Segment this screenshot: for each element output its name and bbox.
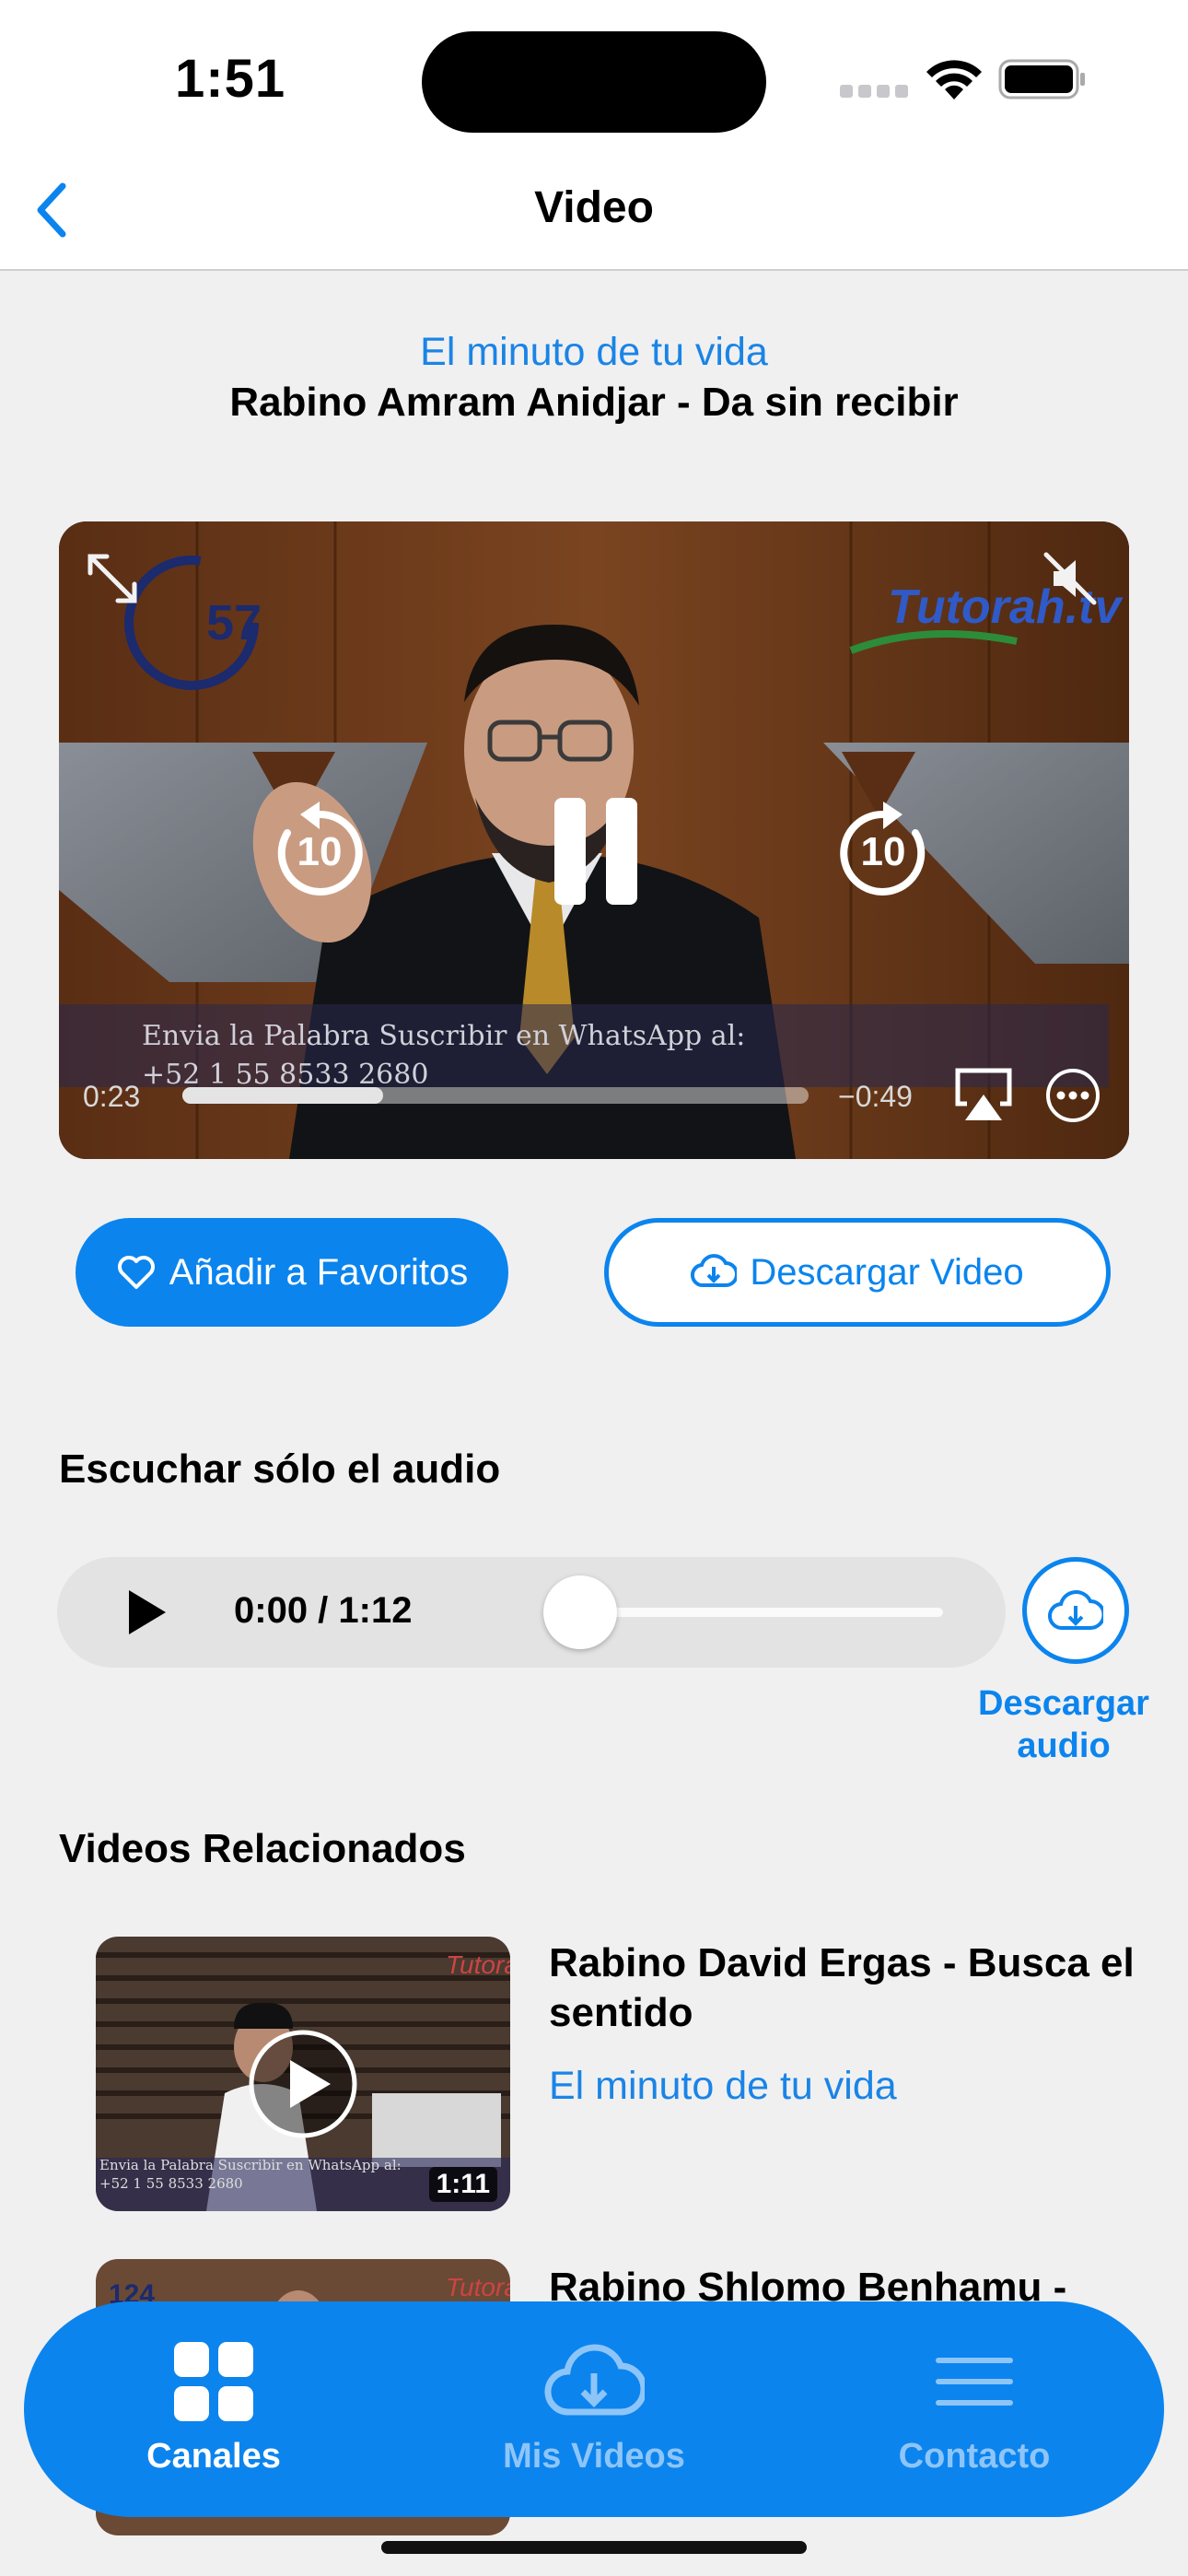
status-time: 1:51 — [175, 49, 286, 109]
dynamic-island — [422, 31, 766, 133]
audio-time: 0:00 / 1:12 — [234, 1590, 413, 1631]
add-to-favorites-button[interactable]: Añadir a Favoritos — [76, 1218, 508, 1327]
video-logo-number: 57 — [206, 595, 262, 650]
cellular-signal-icon — [840, 85, 914, 102]
page-title: Video — [534, 183, 654, 232]
thumbnail-watermark: Tutorah — [446, 1950, 510, 1979]
skip-back-seconds: 10 — [297, 829, 343, 874]
video-progress-fill — [182, 1087, 383, 1104]
thumbnail-caption-line2: +52 1 55 8533 2680 — [99, 2175, 243, 2192]
duration-badge: 1:11 — [428, 2167, 497, 2202]
grid-icon — [174, 2342, 253, 2421]
related-videos-heading: Videos Relacionados — [59, 1826, 466, 1871]
download-audio-label[interactable]: Descargar audio — [958, 1682, 1170, 1767]
related-video-channel[interactable]: El minuto de tu vida — [549, 2064, 897, 2109]
skip-back-button[interactable]: 10 — [269, 802, 370, 903]
audio-scrubber-knob[interactable] — [543, 1575, 617, 1649]
download-video-button[interactable]: Descargar Video — [604, 1218, 1111, 1327]
tab-canales-label: Canales — [146, 2437, 281, 2476]
muted-speaker-icon[interactable] — [1041, 549, 1100, 608]
play-circle-icon — [249, 2030, 357, 2138]
skip-forward-seconds: 10 — [860, 829, 906, 874]
tab-mis-videos[interactable]: Mis Videos — [456, 2340, 732, 2476]
thumbnail-caption: Envia la Palabra Suscribir en WhatsApp a… — [99, 2156, 402, 2193]
related-video-title[interactable]: Rabino David Ergas - Busca el sentido — [549, 1938, 1157, 2038]
tab-mis-videos-label: Mis Videos — [503, 2437, 685, 2476]
download-audio-label-line2: audio — [1017, 1727, 1111, 1765]
video-title: Rabino Amram Anidjar - Da sin recibir — [229, 380, 959, 425]
cloud-download-icon — [691, 1254, 738, 1288]
battery-icon — [998, 59, 1085, 100]
video-channel[interactable]: El minuto de tu vida — [0, 330, 1188, 375]
menu-icon — [936, 2358, 1013, 2406]
add-to-favorites-label: Añadir a Favoritos — [169, 1251, 469, 1293]
wifi-icon — [926, 60, 982, 100]
home-indicator — [381, 2541, 807, 2554]
audio-progress-track[interactable] — [571, 1608, 943, 1617]
airplay-icon[interactable] — [954, 1067, 1013, 1122]
current-time: 0:23 — [83, 1080, 141, 1113]
fullscreen-icon[interactable] — [83, 549, 142, 608]
related-video-thumbnail[interactable]: Tutorah Envia la Palabra Suscribir en Wh… — [96, 1937, 510, 2211]
download-audio-label-line1: Descargar — [978, 1684, 1149, 1723]
thumbnail-watermark: Tutorah — [446, 2273, 510, 2301]
tab-contacto[interactable]: Contacto — [836, 2340, 1112, 2476]
skip-forward-button[interactable]: 10 — [833, 802, 934, 903]
video-player[interactable]: 57 Tutorah.tv Envia la Palabra Suscribir… — [59, 521, 1129, 1159]
play-icon[interactable] — [125, 1588, 168, 1636]
more-options-icon[interactable] — [1044, 1067, 1101, 1124]
download-audio-button[interactable] — [1022, 1557, 1129, 1664]
audio-section-heading: Escuchar sólo el audio — [59, 1446, 501, 1492]
tab-contacto-label: Contacto — [898, 2437, 1051, 2476]
thumbnail-caption-line1: Envia la Palabra Suscribir en WhatsApp a… — [99, 2157, 402, 2173]
download-video-label: Descargar Video — [750, 1251, 1024, 1293]
overlay-line-1: Envia la Palabra Suscribir en WhatsApp a… — [142, 1020, 746, 1052]
pause-icon[interactable] — [545, 794, 646, 908]
cloud-download-icon — [1048, 1590, 1103, 1631]
tab-canales[interactable]: Canales — [76, 2340, 352, 2476]
remaining-time: −0:49 — [838, 1080, 913, 1113]
cloud-download-icon — [544, 2344, 647, 2416]
heart-icon — [117, 1256, 155, 1289]
